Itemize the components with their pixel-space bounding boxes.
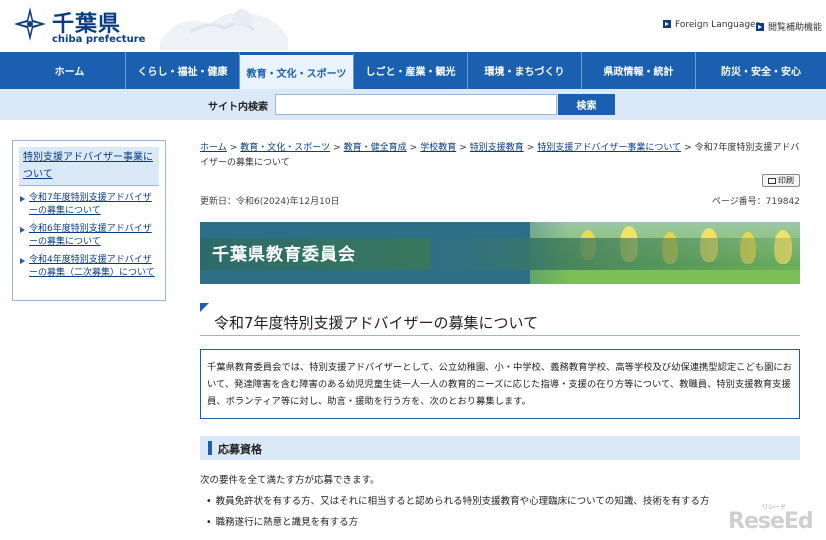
gnav-education[interactable]: 教育・文化・スポーツ <box>240 52 354 89</box>
breadcrumb-school[interactable]: 学校教育 <box>420 143 456 153</box>
search-bar: サイト内検索 検索 <box>0 89 826 120</box>
site-header: 千葉県 chiba prefecture Foreign Languages 閲… <box>0 0 826 52</box>
reading-assist-link[interactable]: 閲覧補助機能 <box>756 20 822 33</box>
print-button[interactable]: 印刷 <box>762 174 800 187</box>
page-title-block: 令和7年度特別支援アドバイザーの募集について <box>200 303 800 336</box>
gnav-work[interactable]: しごと・産業・観光 <box>354 52 468 89</box>
global-nav: ホーム くらし・福祉・健康 教育・文化・スポーツ しごと・産業・観光 環境・まち… <box>0 52 826 89</box>
banner-image: 千葉県教育委員会 <box>200 222 800 284</box>
search-label: サイト内検索 <box>208 102 268 113</box>
foreign-languages-link[interactable]: Foreign Languages <box>663 20 760 30</box>
section-heading-block: 応募資格 <box>200 436 800 460</box>
banner-fade <box>430 222 570 284</box>
breadcrumb: ホーム > 教育・文化・スポーツ > 教育・健全育成 > 学校教育 > 特別支援教育 > 特別支援ア… <box>200 141 800 171</box>
search-input[interactable] <box>275 94 557 115</box>
breadcrumb-separator: > <box>409 143 418 153</box>
section-heading-bar <box>208 441 212 455</box>
chiba-emblem-icon <box>14 7 46 41</box>
watermark-main: ReseEd <box>728 509 814 534</box>
banner-title: 千葉県教育委員会 <box>212 245 356 265</box>
requirement-item: 職務遂行に熱意と識見を有する方 <box>206 514 359 528</box>
section-heading: 応募資格 <box>218 443 262 456</box>
gnav-living[interactable]: くらし・福祉・健康 <box>126 52 240 89</box>
intro-text: 千葉県教育委員会では、特別支援アドバイザーとして、公立幼稚園、小・中学校、義務教… <box>200 349 800 419</box>
breadcrumb-upbringing[interactable]: 教育・健全育成 <box>344 143 407 153</box>
header-decoration-icon <box>160 9 288 50</box>
breadcrumb-home[interactable]: ホーム <box>200 143 227 153</box>
foreign-languages-label: Foreign Languages <box>675 20 761 30</box>
gnav-government[interactable]: 県政情報・統計 <box>582 52 696 89</box>
updated-date: 更新日：令和6(2024)年12月10日 <box>200 197 340 207</box>
arrow-icon <box>663 20 671 28</box>
breadcrumb-separator: > <box>526 143 535 153</box>
gnav-environment[interactable]: 環境・まちづくり <box>468 52 582 89</box>
breadcrumb-advisor-project[interactable]: 特別支援アドバイザー事業について <box>537 143 681 153</box>
gnav-home[interactable]: ホーム <box>0 52 126 89</box>
watermark-logo: リシード ReseEd <box>728 500 826 540</box>
site-logo[interactable]: 千葉県 chiba prefecture <box>12 4 146 48</box>
breadcrumb-separator: > <box>684 143 692 153</box>
title-corner-icon <box>200 303 209 312</box>
reading-assist-label: 閲覧補助機能 <box>768 23 823 33</box>
sidenav-item-r7[interactable]: 令和7年度特別支援アドバイザーの募集について <box>19 192 159 218</box>
sidenav-heading-link[interactable]: 特別支援アドバイザー事業について <box>19 147 159 186</box>
breadcrumb-special-support[interactable]: 特別支援教育 <box>470 143 524 153</box>
sidenav-item-r6[interactable]: 令和6年度特別支援アドバイザーの募集について <box>19 223 159 249</box>
search-button[interactable]: 検索 <box>558 94 615 115</box>
breadcrumb-education[interactable]: 教育・文化・スポーツ <box>240 143 330 153</box>
breadcrumb-separator: > <box>229 143 238 153</box>
breadcrumb-separator: > <box>333 143 341 153</box>
logo-subtitle: chiba prefecture <box>52 34 146 45</box>
page-number: ページ番号：719842 <box>711 197 800 207</box>
sidenav-item-r4[interactable]: 令和4年度特別支援アドバイザーの募集（二次募集）について <box>19 254 159 280</box>
requirement-item: 教員免許状を有する方、又はそれに相当すると認められる特別支援教育や心理臨床につい… <box>206 493 710 507</box>
gnav-safety[interactable]: 防災・安全・安心 <box>696 52 826 89</box>
printer-icon <box>768 177 776 184</box>
section-lead: 次の要件を全て満たす方が応募できます。 <box>200 475 380 486</box>
side-nav: 特別支援アドバイザー事業について 令和7年度特別支援アドバイザーの募集について … <box>12 140 166 301</box>
arrow-icon <box>756 23 764 31</box>
print-label: 印刷 <box>778 176 794 185</box>
page-title: 令和7年度特別支援アドバイザーの募集について <box>214 314 539 332</box>
breadcrumb-separator: > <box>459 143 467 153</box>
